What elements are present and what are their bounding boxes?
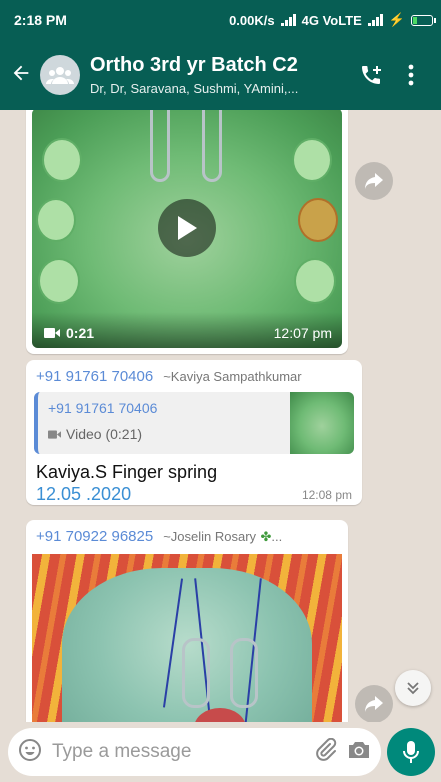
image-thumbnail[interactable]: [32, 554, 342, 722]
play-icon[interactable]: [158, 199, 216, 257]
message-composer: [8, 728, 381, 776]
quoted-message[interactable]: +91 91761 70406 Video (0:21): [34, 392, 354, 454]
camera-icon[interactable]: [347, 740, 371, 765]
attach-icon[interactable]: [315, 737, 337, 767]
charging-icon: ⚡: [388, 12, 405, 27]
video-icon: [44, 325, 60, 341]
group-avatar-icon[interactable]: [40, 55, 80, 95]
video-icon: [48, 426, 61, 442]
signal-icon-2: [367, 14, 383, 26]
video-thumbnail[interactable]: 0:21 12:07 pm: [32, 110, 342, 348]
video-footer: 0:21 12:07 pm: [32, 312, 342, 348]
quoted-type-wrap: Video (0:21): [48, 426, 142, 442]
sender-line: +91 91761 70406 ~Kaviya Sampathkumar: [36, 368, 302, 386]
chat-header: Ortho 3rd yr Batch C2 Dr, Dr, Saravana, …: [0, 40, 441, 110]
chat-participants: Dr, Dr, Saravana, Sushmi, YAmini,...: [90, 81, 299, 96]
video-duration-wrap: 0:21: [44, 325, 94, 341]
forward-icon[interactable]: [355, 162, 393, 200]
message-time: 12:07 pm: [273, 325, 332, 341]
quoted-sender: +91 91761 70406: [48, 400, 158, 416]
status-bar: 2:18 PM 0.00K/s 4G VoLTE ⚡: [0, 0, 441, 40]
sender-number[interactable]: +91 91761 70406: [36, 368, 153, 385]
network-type: 4G VoLTE: [301, 12, 362, 28]
cast-model: [62, 568, 312, 722]
signal-icon: [280, 14, 296, 26]
chat-area[interactable]: 0:21 12:07 pm +91 91761 70406 ~Kaviya Sam…: [0, 110, 441, 722]
reply-message: +91 91761 70406 ~Kaviya Sampathkumar +91 …: [26, 360, 362, 505]
sender-name: ~Joselin Rosary: [163, 529, 257, 544]
sender-number[interactable]: +91 70922 96825: [36, 528, 153, 545]
image-message: +91 70922 96825 ~Joselin Rosary ✤...: [26, 520, 348, 722]
mic-icon[interactable]: [387, 728, 435, 776]
battery-icon: [411, 14, 436, 26]
date-link[interactable]: 12.05 .2020: [36, 484, 131, 505]
back-arrow-icon[interactable]: [10, 62, 34, 88]
quoted-type: Video (0:21): [66, 426, 143, 442]
chat-title: Ortho 3rd yr Batch C2: [90, 54, 298, 76]
status-time: 2:18 PM: [14, 12, 67, 28]
emoji-icon[interactable]: [18, 738, 42, 767]
input-bar: [0, 722, 441, 782]
net-speed: 0.00K/s: [229, 12, 275, 28]
chevron-double-down-icon[interactable]: [395, 670, 431, 706]
sender-name: ~Kaviya Sampathkumar: [163, 369, 302, 384]
video-message: 0:21 12:07 pm: [26, 110, 348, 354]
video-duration: 0:21: [66, 325, 95, 341]
message-text: Kaviya.S Finger spring: [36, 462, 218, 482]
add-call-icon[interactable]: [351, 63, 391, 87]
more-vert-icon[interactable]: [391, 64, 431, 86]
clover-emoji-icon: ✤: [260, 529, 272, 544]
quoted-thumbnail: [290, 392, 354, 454]
sender-line: +91 70922 96825 ~Joselin Rosary ✤...: [36, 528, 283, 545]
chat-title-area[interactable]: Ortho 3rd yr Batch C2 Dr, Dr, Saravana, …: [90, 54, 351, 96]
message-time: 12:08 pm: [301, 488, 352, 502]
forward-icon[interactable]: [355, 685, 393, 722]
message-input[interactable]: [52, 741, 305, 763]
status-indicators: 0.00K/s 4G VoLTE ⚡: [229, 12, 436, 28]
